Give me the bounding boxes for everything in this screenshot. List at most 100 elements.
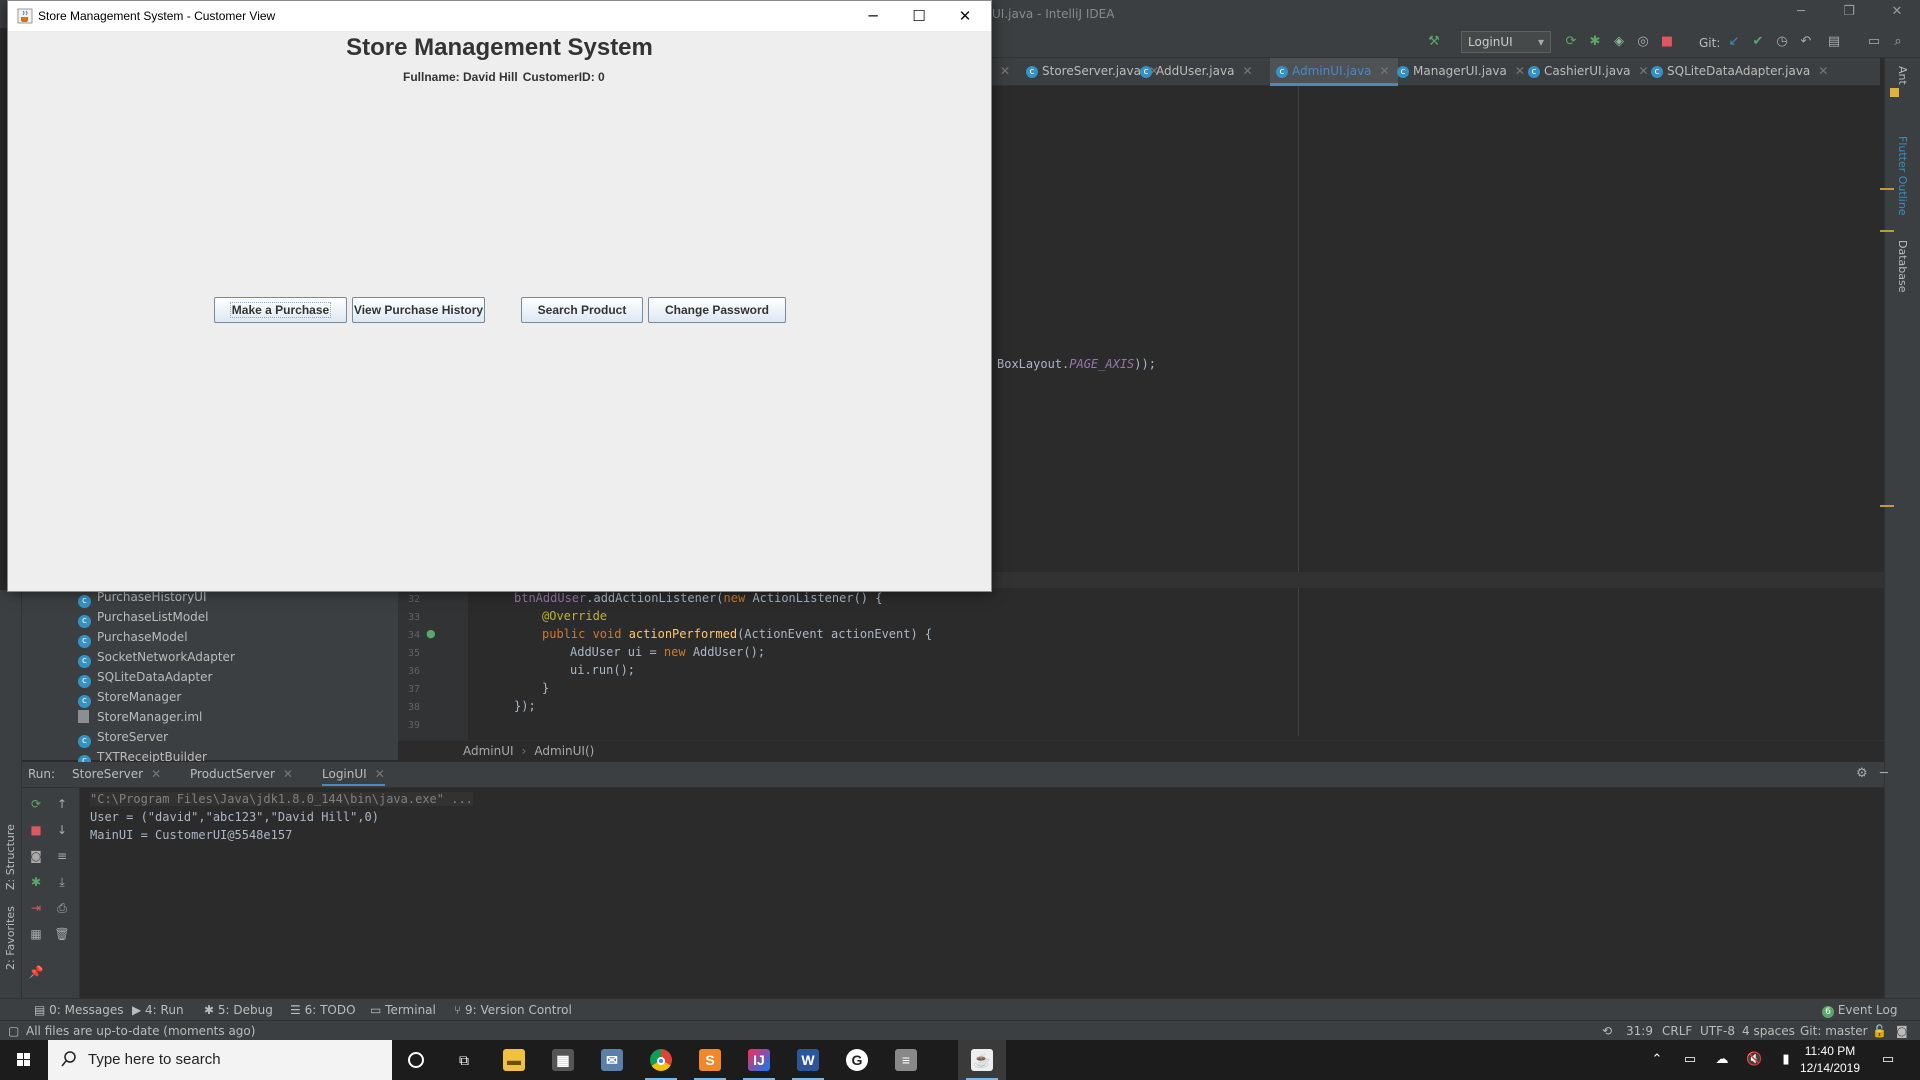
ide-minimize-button[interactable]: ─ <box>1786 4 1816 19</box>
notifications-icon[interactable]: ▭ <box>1880 1052 1896 1068</box>
scroll-to-end-icon[interactable]: ⤓ <box>54 874 70 890</box>
taskbar-database[interactable]: ≡ <box>882 1040 930 1080</box>
tab-sqlitedataadapter[interactable]: c SQLiteDataAdapter.java ✕ <box>1645 58 1836 86</box>
git-update-icon[interactable]: ↙ <box>1726 34 1742 50</box>
tool-event-log[interactable]: 6 Event Log <box>1822 1003 1897 1018</box>
make-purchase-button[interactable]: Make a Purchase <box>214 297 347 323</box>
show-hidden-icons-chevron-up-icon[interactable]: ⌃ <box>1649 1052 1665 1068</box>
run-tab-productserver[interactable]: ProductServer ✕ <box>190 767 293 781</box>
scroll-marker[interactable] <box>1880 505 1894 507</box>
tool-favorites[interactable]: 2: Favorites <box>4 906 17 970</box>
taskbar-intellij[interactable]: IJ <box>735 1040 783 1080</box>
run-tab-loginui[interactable]: LoginUI ✕ <box>322 767 385 786</box>
tree-item[interactable]: c TXTReceiptBuilder <box>78 750 207 762</box>
close-button[interactable]: ✕ <box>942 1 988 31</box>
maximize-button[interactable]: ☐ <box>896 1 942 31</box>
minimize-button[interactable]: ─ <box>850 1 896 31</box>
taskbar-chrome[interactable] <box>637 1040 685 1080</box>
soft-wrap-icon[interactable]: ≡ <box>54 848 70 864</box>
caret-position[interactable]: 31:9 <box>1626 1024 1653 1038</box>
tab-adduser[interactable]: c AddUser.java ✕ <box>1134 58 1261 86</box>
tool-terminal[interactable]: ▭ Terminal <box>370 1003 436 1017</box>
git-commit-icon[interactable]: ✔ <box>1750 34 1766 50</box>
tab-adminui[interactable]: c AdminUI.java ✕ <box>1270 58 1398 86</box>
lock-icon[interactable]: 🔓 <box>1872 1024 1887 1038</box>
git-history-icon[interactable]: ◷ <box>1774 34 1790 50</box>
run-icon[interactable]: ⟳ <box>1563 34 1579 50</box>
debug-icon[interactable]: ✱ <box>1587 34 1603 50</box>
tool-ant[interactable]: Ant <box>1896 66 1909 85</box>
taskbar-file-explorer[interactable]: ▬ <box>490 1040 538 1080</box>
console-output[interactable]: "C:\Program Files\Java\jdk1.8.0_144\bin\… <box>80 788 1884 998</box>
close-icon[interactable]: ✕ <box>1380 64 1390 78</box>
memory-icon[interactable]: ◙ <box>1896 1024 1908 1038</box>
scroll-marker[interactable] <box>1880 230 1894 232</box>
taskbar-search-input[interactable]: Type here to search <box>48 1040 392 1080</box>
tool-flutter-outline[interactable]: Flutter Outline <box>1896 136 1909 216</box>
git-rollback-icon[interactable]: ↶ <box>1798 34 1814 50</box>
tab-managerui[interactable]: c ManagerUI.java ✕ <box>1391 58 1533 86</box>
close-icon[interactable]: ✕ <box>375 767 385 781</box>
pin-icon[interactable]: 📌 <box>28 964 44 980</box>
tree-item[interactable]: c PurchaseModel <box>78 630 188 648</box>
breadcrumb-item[interactable]: AdminUI <box>463 744 514 758</box>
taskbar-sublime-text[interactable]: S <box>686 1040 734 1080</box>
network-display-icon[interactable]: ▭ <box>1682 1052 1698 1068</box>
breadcrumb-item[interactable]: AdminUI() <box>534 744 594 758</box>
debug-icon[interactable]: ✱ <box>28 874 44 890</box>
gear-icon[interactable]: ⚙ <box>1856 766 1868 781</box>
scroll-marker[interactable] <box>1880 188 1894 190</box>
camera-icon[interactable]: ◙ <box>28 848 44 864</box>
ide-close-button[interactable]: ✕ <box>1882 4 1912 19</box>
volume-muted-icon[interactable]: 🔇 <box>1746 1052 1762 1068</box>
hide-panel-icon[interactable]: ─ <box>1880 766 1888 781</box>
taskbar-java[interactable]: ☕ <box>958 1040 1006 1080</box>
status-panel-icon[interactable]: ▢ <box>8 1024 19 1038</box>
tool-debug[interactable]: ✱ 5: Debug <box>204 1003 273 1017</box>
file-encoding[interactable]: UTF-8 <box>1700 1024 1735 1038</box>
close-icon[interactable]: ✕ <box>1818 64 1828 78</box>
coverage-icon[interactable]: ◈ <box>1611 34 1627 50</box>
taskbar-grammarly[interactable]: G <box>833 1040 881 1080</box>
close-icon[interactable]: ✕ <box>151 767 161 781</box>
layout-icon[interactable]: ▭ <box>1866 34 1882 50</box>
warning-status-icon[interactable] <box>1890 88 1899 97</box>
tree-item[interactable]: c StoreManager <box>78 690 181 708</box>
stop-icon[interactable]: ■ <box>28 822 44 838</box>
task-view-button[interactable]: ⧉ <box>440 1040 488 1080</box>
ide-restore-button[interactable]: ❐ <box>1834 4 1864 19</box>
close-icon[interactable]: ✕ <box>1000 64 1010 78</box>
exit-icon[interactable]: ⇥ <box>28 900 44 916</box>
app-titlebar[interactable]: Store Management System - Customer View … <box>8 1 991 31</box>
taskbar-word[interactable]: W <box>784 1040 832 1080</box>
project-structure-icon[interactable]: ▤ <box>1826 34 1842 50</box>
taskbar-clock[interactable]: 11:40 PM 12/14/2019 <box>1798 1043 1862 1077</box>
override-gutter-icon[interactable]: ● <box>426 627 436 640</box>
tool-run[interactable]: ▶ 4: Run <box>132 1003 184 1017</box>
profile-icon[interactable]: ◎ <box>1635 34 1651 50</box>
tree-item[interactable]: c SocketNetworkAdapter <box>78 650 235 668</box>
taskbar-calculator[interactable]: ▦ <box>539 1040 587 1080</box>
close-icon[interactable]: ✕ <box>1242 64 1252 78</box>
run-config-select[interactable]: LoginUI ▾ <box>1461 31 1551 53</box>
close-icon[interactable]: ✕ <box>283 767 293 781</box>
print-icon[interactable]: ⎙ <box>54 900 70 916</box>
stop-icon[interactable]: ■ <box>1659 34 1675 50</box>
layout-icon[interactable]: ▦ <box>28 926 44 942</box>
change-password-button[interactable]: Change Password <box>648 297 786 323</box>
view-purchase-history-button[interactable]: View Purchase History <box>352 297 485 323</box>
search-everywhere-icon[interactable]: ⌕ <box>1890 34 1906 50</box>
line-separator[interactable]: CRLF <box>1662 1024 1692 1038</box>
build-hammer-icon[interactable]: ⚒ <box>1426 34 1442 50</box>
taskbar-mail[interactable]: ✉ <box>588 1040 636 1080</box>
git-branch[interactable]: Git: master <box>1800 1024 1868 1038</box>
tool-database[interactable]: Database <box>1896 240 1909 293</box>
tree-item[interactable]: c StoreServer <box>78 730 168 748</box>
tree-item[interactable]: c PurchaseHistoryUI <box>78 590 207 608</box>
tab-cashierui[interactable]: c CashierUI.java ✕ <box>1522 58 1657 86</box>
rerun-icon[interactable]: ⟳ <box>28 796 44 812</box>
tree-item[interactable]: c SQLiteDataAdapter <box>78 670 212 688</box>
tool-todo[interactable]: ☰ 6: TODO <box>290 1003 356 1017</box>
search-product-button[interactable]: Search Product <box>521 297 643 323</box>
tool-messages[interactable]: ▤ 0: Messages <box>34 1003 124 1017</box>
